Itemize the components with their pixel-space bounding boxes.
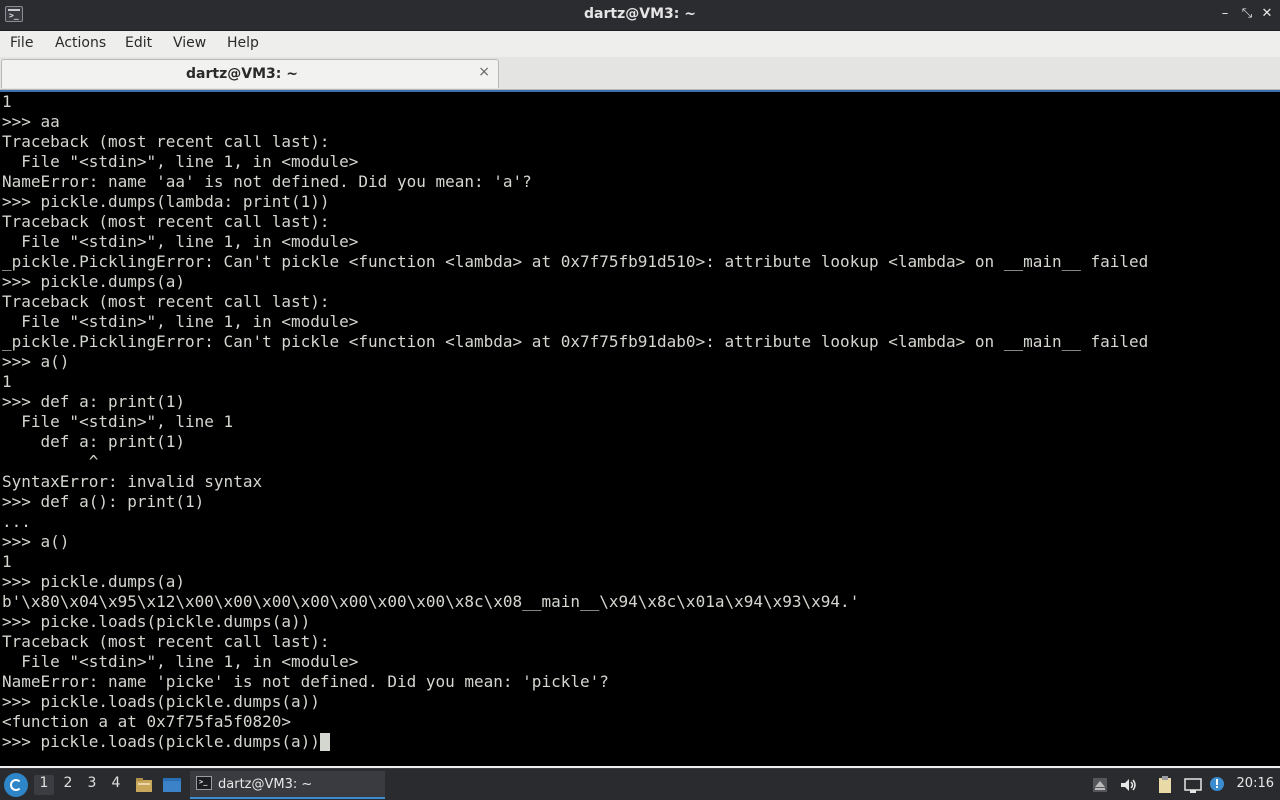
minimize-icon[interactable]: – <box>1218 7 1232 21</box>
terminal-line: File "<stdin>", line 1 <box>2 412 234 431</box>
volume-icon[interactable] <box>1118 775 1138 795</box>
terminal-line: b'\x80\x04\x95\x12\x00\x00\x00\x00\x00\x… <box>2 592 860 611</box>
workspace-1[interactable]: 1 <box>34 775 54 795</box>
eject-icon[interactable] <box>1090 775 1110 795</box>
file-manager-icon[interactable] <box>134 775 154 795</box>
terminal-lines: 1 >>> aa Traceback (most recent call last)… <box>2 92 1148 752</box>
terminal-line: File "<stdin>", line 1, in <module> <box>2 312 359 331</box>
close-icon[interactable]: ✕ <box>1260 7 1274 21</box>
terminal-line: Traceback (most recent call last): <box>2 292 330 311</box>
clock: 20:16 <box>1236 776 1274 791</box>
terminal-line: def a: print(1) <box>2 432 186 451</box>
menu-bar: File Actions Edit View Help <box>0 31 1280 57</box>
task-label: dartz@VM3: ~ <box>218 777 313 792</box>
terminal-line: >>> pickle.dumps(a) <box>2 272 186 291</box>
terminal-line: File "<stdin>", line 1, in <module> <box>2 652 359 671</box>
update-notifier-icon[interactable] <box>1208 775 1228 795</box>
terminal-current-input: >>> pickle.loads(pickle.dumps(a)) <box>2 732 320 751</box>
maximize-icon[interactable]: ⤡ <box>1240 7 1254 21</box>
terminal-line: >>> def a: print(1) <box>2 392 186 411</box>
title-bar[interactable]: >_ dartz@VM3: ~ – ⤡ ✕ <box>0 0 1280 31</box>
terminal-line: NameError: name 'picke' is not defined. … <box>2 672 609 691</box>
terminal-line: 1 <box>2 92 12 111</box>
terminal-line: >>> pickle.loads(pickle.dumps(a)) <box>2 692 320 711</box>
tab-terminal[interactable]: dartz@VM3: ~ × <box>1 59 499 88</box>
terminal-line: ^ <box>2 452 99 471</box>
menu-edit[interactable]: Edit <box>125 35 152 51</box>
terminal-line: File "<stdin>", line 1, in <module> <box>2 152 359 171</box>
terminal-line: File "<stdin>", line 1, in <module> <box>2 232 359 251</box>
terminal-line: 1 <box>2 552 12 571</box>
menu-file[interactable]: File <box>10 35 33 51</box>
terminal-line: >>> pickle.dumps(a) <box>2 572 186 591</box>
terminal-cursor <box>319 733 330 751</box>
terminal-line: 1 <box>2 372 12 391</box>
start-menu-icon[interactable] <box>4 773 28 797</box>
network-icon[interactable] <box>1183 775 1203 795</box>
menu-actions[interactable]: Actions <box>55 35 106 51</box>
terminal-task-icon: >_ <box>196 776 212 790</box>
tab-label: dartz@VM3: ~ <box>186 66 298 82</box>
tab-close-icon[interactable]: × <box>478 64 490 80</box>
clipboard-icon[interactable] <box>1155 775 1175 795</box>
terminal-line: NameError: name 'aa' is not defined. Did… <box>2 172 532 191</box>
workspace-2[interactable]: 2 <box>58 775 78 795</box>
terminal-line: _pickle.PicklingError: Can't pickle <fun… <box>2 252 1149 271</box>
terminal-line: Traceback (most recent call last): <box>2 212 330 231</box>
terminal-line: >>> aa <box>2 112 60 131</box>
taskbar-terminal-task[interactable]: >_ dartz@VM3: ~ <box>190 771 385 799</box>
workspace-3[interactable]: 3 <box>82 775 102 795</box>
terminal-window: >_ dartz@VM3: ~ – ⤡ ✕ File Actions Edit … <box>0 0 1280 768</box>
workspace-4[interactable]: 4 <box>106 775 126 795</box>
terminal-line: >>> pickle.dumps(lambda: print(1)) <box>2 192 330 211</box>
terminal-line: _pickle.PicklingError: Can't pickle <fun… <box>2 332 1149 351</box>
show-desktop-icon[interactable] <box>162 775 182 795</box>
terminal-line: ... <box>2 512 31 531</box>
terminal-line: >>> def a(): print(1) <box>2 492 205 511</box>
terminal-output[interactable]: 1 >>> aa Traceback (most recent call last)… <box>0 90 1280 766</box>
terminal-line: Traceback (most recent call last): <box>2 632 330 651</box>
window-title: dartz@VM3: ~ <box>584 6 696 22</box>
terminal-line: >>> a() <box>2 532 70 551</box>
terminal-line: <function a at 0x7f75fa5f0820> <box>2 712 291 731</box>
terminal-line: SyntaxError: invalid syntax <box>2 472 263 491</box>
terminal-input-line[interactable]: >>> pickle.loads(pickle.dumps(a)) <box>2 732 1148 752</box>
tab-bar: dartz@VM3: ~ × <box>0 57 1280 90</box>
terminal-line: >>> a() <box>2 352 70 371</box>
terminal-line: Traceback (most recent call last): <box>2 132 330 151</box>
taskbar-panel: 1 2 3 4 >_ dartz@VM3: ~ 20:16 <box>0 768 1280 800</box>
terminal-line: >>> picke.loads(pickle.dumps(a)) <box>2 612 311 631</box>
menu-view[interactable]: View <box>173 35 206 51</box>
menu-help[interactable]: Help <box>227 35 259 51</box>
